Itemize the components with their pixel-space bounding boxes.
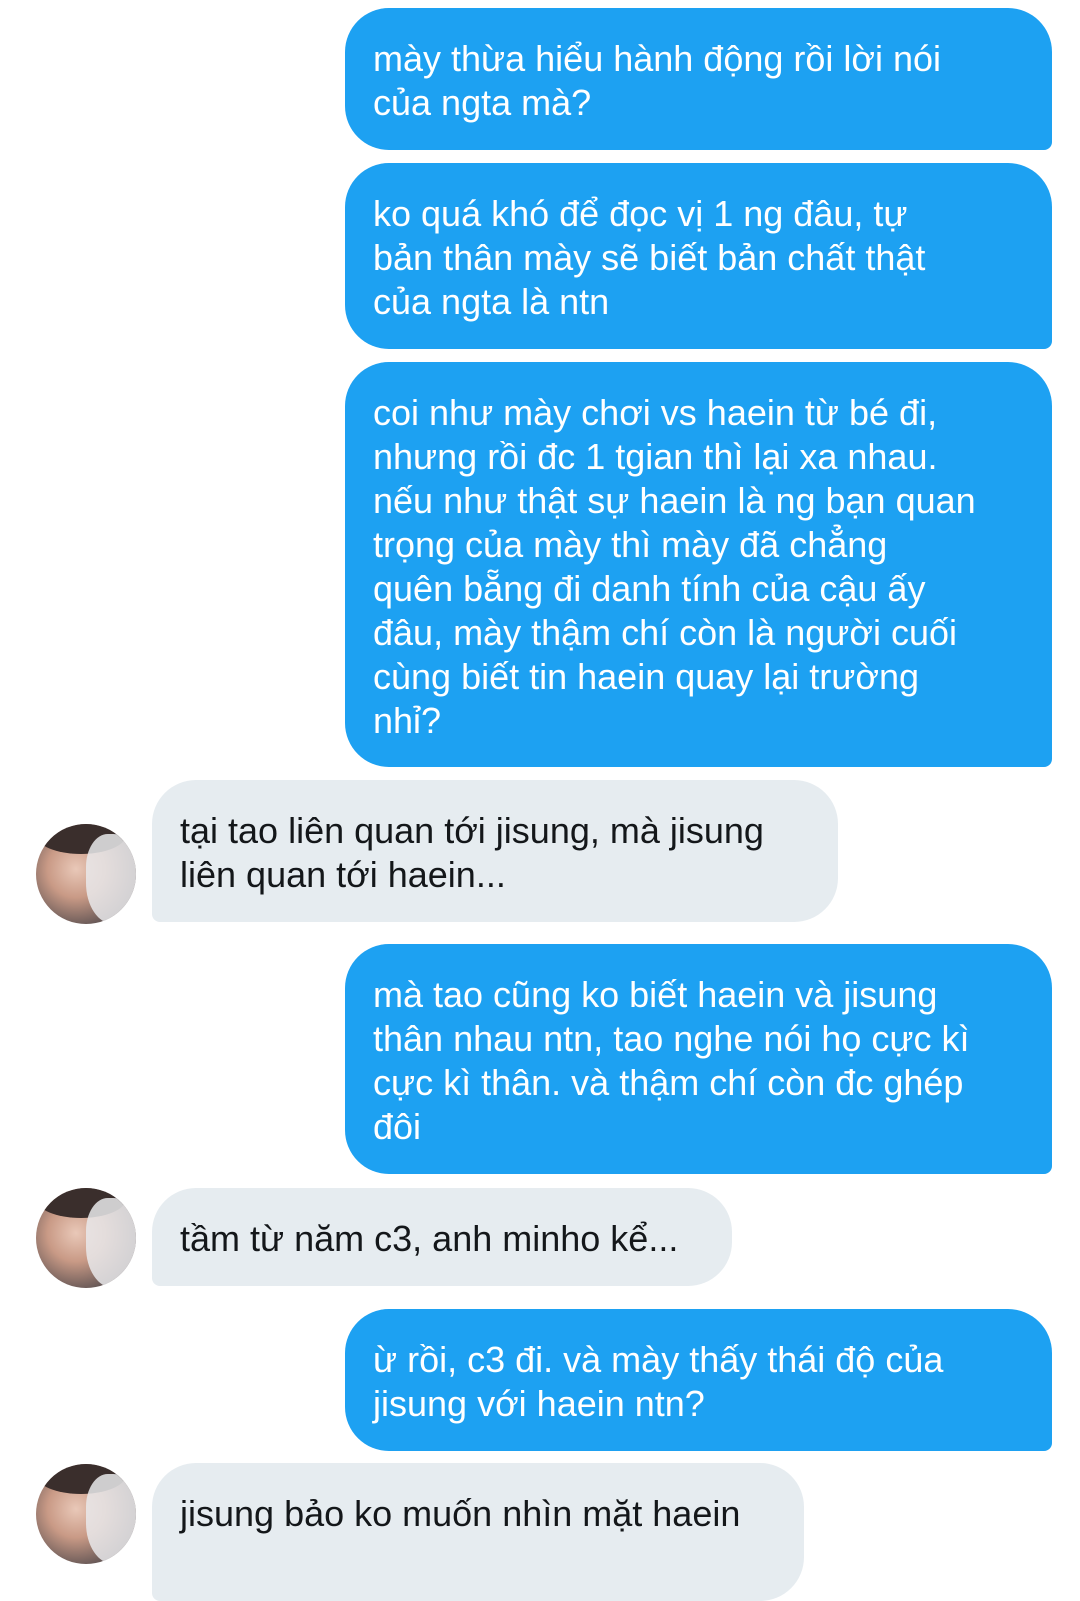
message-thread: mày thừa hiểu hành động rồi lời nói của …: [0, 0, 1080, 1601]
sent-message-bubble[interactable]: ừ rồi, c3 đi. và mày thấy thái độ của ji…: [345, 1309, 1052, 1451]
received-message-bubble[interactable]: tầm từ năm c3, anh minho kể...: [152, 1188, 732, 1286]
sent-message-bubble[interactable]: mà tao cũng ko biết haein và jisung thân…: [345, 944, 1052, 1174]
sent-message-bubble[interactable]: coi như mày chơi vs haein từ bé đi, nhưn…: [345, 362, 1052, 767]
received-message-bubble[interactable]: jisung bảo ko muốn nhìn mặt haein: [152, 1463, 804, 1601]
sent-message-bubble[interactable]: ko quá khó để đọc vị 1 ng đâu, tự bản th…: [345, 163, 1052, 349]
contact-avatar[interactable]: [36, 824, 136, 924]
sent-message-bubble[interactable]: mày thừa hiểu hành động rồi lời nói của …: [345, 8, 1052, 150]
received-message-bubble[interactable]: tại tao liên quan tới jisung, mà jisung …: [152, 780, 838, 922]
contact-avatar[interactable]: [36, 1188, 136, 1288]
contact-avatar[interactable]: [36, 1464, 136, 1564]
